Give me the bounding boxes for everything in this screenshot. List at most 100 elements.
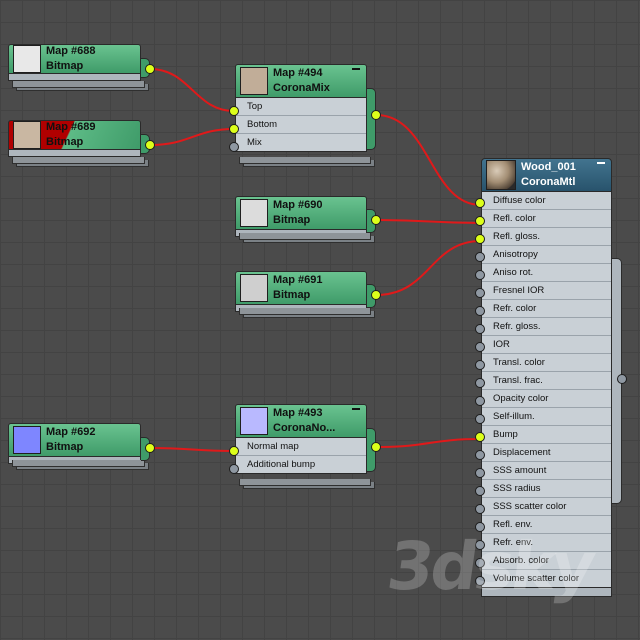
slot-top[interactable]: Top <box>236 98 366 116</box>
slot-row[interactable]: Refr. color <box>482 300 611 318</box>
slot-label: Anisotropy <box>493 249 538 260</box>
input-socket-top[interactable] <box>229 106 239 116</box>
slot-label: Displacement <box>493 447 551 458</box>
node-map692[interactable]: Map #692 Bitmap <box>8 423 155 470</box>
slot-row[interactable]: Absorb. color <box>482 552 611 570</box>
slot-normal-map[interactable]: Normal map <box>236 438 366 456</box>
slot-row[interactable]: SSS radius <box>482 480 611 498</box>
input-socket-mix[interactable] <box>229 142 239 152</box>
input-socket[interactable] <box>475 486 485 496</box>
input-socket[interactable] <box>475 324 485 334</box>
input-socket[interactable] <box>475 558 485 568</box>
slot-row[interactable]: Opacity color <box>482 390 611 408</box>
output-socket[interactable] <box>145 443 155 453</box>
input-socket[interactable] <box>475 198 485 208</box>
node-map688[interactable]: Map #688 Bitmap <box>8 44 155 91</box>
node-header[interactable]: Map #691 Bitmap <box>235 271 367 305</box>
slot-row[interactable]: Aniso rot. <box>482 264 611 282</box>
slot-row[interactable]: IOR <box>482 336 611 354</box>
output-socket[interactable] <box>371 442 381 452</box>
input-socket[interactable] <box>475 252 485 262</box>
node-map494[interactable]: Map #494 CoronaMix Top Bottom Mix <box>229 64 381 167</box>
input-socket[interactable] <box>475 522 485 532</box>
input-socket[interactable] <box>475 414 485 424</box>
node-header[interactable]: Map #689 Bitmap <box>8 120 141 150</box>
input-socket[interactable] <box>475 306 485 316</box>
output-socket[interactable] <box>371 290 381 300</box>
slot-label: SSS radius <box>493 483 541 494</box>
slot-row[interactable]: Refl. env. <box>482 516 611 534</box>
slot-label: Refl. env. <box>493 519 533 530</box>
slot-row[interactable]: Displacement <box>482 444 611 462</box>
node-header[interactable]: Map #690 Bitmap <box>235 196 367 230</box>
node-header[interactable]: Wood_001 CoronaMtl <box>481 158 612 192</box>
slot-label: Top <box>247 101 263 112</box>
input-socket[interactable] <box>475 342 485 352</box>
node-name: Map #494 <box>273 67 323 79</box>
input-socket[interactable] <box>475 360 485 370</box>
wire-map494-diffuse <box>375 114 482 206</box>
input-socket[interactable] <box>475 378 485 388</box>
node-map689[interactable]: Map #689 Bitmap <box>8 120 155 167</box>
node-header[interactable]: Map #493 CoronaNo... <box>235 404 367 438</box>
node-type: CoronaMtl <box>521 176 576 188</box>
output-socket[interactable] <box>371 110 381 120</box>
node-header[interactable]: Map #688 Bitmap <box>8 44 141 74</box>
node-header[interactable]: Map #692 Bitmap <box>8 423 141 457</box>
slot-row[interactable]: Bump <box>482 426 611 444</box>
input-socket[interactable] <box>475 270 485 280</box>
input-socket[interactable] <box>475 504 485 514</box>
node-type: Bitmap <box>46 60 84 72</box>
input-socket[interactable] <box>475 396 485 406</box>
slot-row[interactable]: Refr. gloss. <box>482 318 611 336</box>
input-socket[interactable] <box>475 540 485 550</box>
slot-row[interactable]: Refl. color <box>482 210 611 228</box>
input-socket-normal-map[interactable] <box>229 446 239 456</box>
node-type: Bitmap <box>273 214 311 226</box>
slot-bottom[interactable]: Bottom <box>236 116 366 134</box>
slot-row[interactable]: Anisotropy <box>482 246 611 264</box>
node-header[interactable]: Map #494 CoronaMix <box>235 64 367 98</box>
slot-label: Refr. color <box>493 303 537 314</box>
slot-row[interactable]: SSS scatter color <box>482 498 611 516</box>
slot-label: Opacity color <box>493 393 549 404</box>
slot-label: SSS amount <box>493 465 547 476</box>
slot-additional-bump[interactable]: Additional bump <box>236 456 366 473</box>
slot-row[interactable]: Transl. frac. <box>482 372 611 390</box>
input-socket[interactable] <box>475 234 485 244</box>
output-socket[interactable] <box>617 374 627 384</box>
output-socket[interactable] <box>145 64 155 74</box>
input-socket[interactable] <box>475 288 485 298</box>
collapse-icon[interactable] <box>352 408 360 410</box>
input-socket-additional-bump[interactable] <box>229 464 239 474</box>
slot-mix[interactable]: Mix <box>236 134 366 151</box>
node-name: Map #493 <box>273 407 323 419</box>
input-socket[interactable] <box>475 468 485 478</box>
slot-row[interactable]: Refl. gloss. <box>482 228 611 246</box>
slot-row[interactable]: Refr. env. <box>482 534 611 552</box>
input-socket-bottom[interactable] <box>229 124 239 134</box>
node-map691[interactable]: Map #691 Bitmap <box>235 271 381 318</box>
input-socket[interactable] <box>475 216 485 226</box>
collapse-icon[interactable] <box>597 162 605 164</box>
output-socket[interactable] <box>145 140 155 150</box>
input-socket[interactable] <box>475 450 485 460</box>
slot-row[interactable]: Self-illum. <box>482 408 611 426</box>
node-map493[interactable]: Map #493 CoronaNo... Normal map Addition… <box>229 404 381 489</box>
slot-row[interactable]: Volume scatter color <box>482 570 611 587</box>
node-name: Map #689 <box>46 121 96 133</box>
output-socket[interactable] <box>371 215 381 225</box>
node-type: Bitmap <box>273 289 311 301</box>
map-thumbnail <box>240 67 268 95</box>
slot-row[interactable]: Transl. color <box>482 354 611 372</box>
input-socket[interactable] <box>475 432 485 442</box>
slot-label: Refl. color <box>493 213 536 224</box>
input-socket[interactable] <box>475 576 485 586</box>
node-name: Map #692 <box>46 426 96 438</box>
slot-row[interactable]: Diffuse color <box>482 192 611 210</box>
slot-row[interactable]: Fresnel IOR <box>482 282 611 300</box>
slot-row[interactable]: SSS amount <box>482 462 611 480</box>
collapse-icon[interactable] <box>352 68 360 70</box>
node-map690[interactable]: Map #690 Bitmap <box>235 196 381 243</box>
node-wood-material[interactable]: Wood_001 CoronaMtl Diffuse color Refl. co… <box>475 158 627 597</box>
